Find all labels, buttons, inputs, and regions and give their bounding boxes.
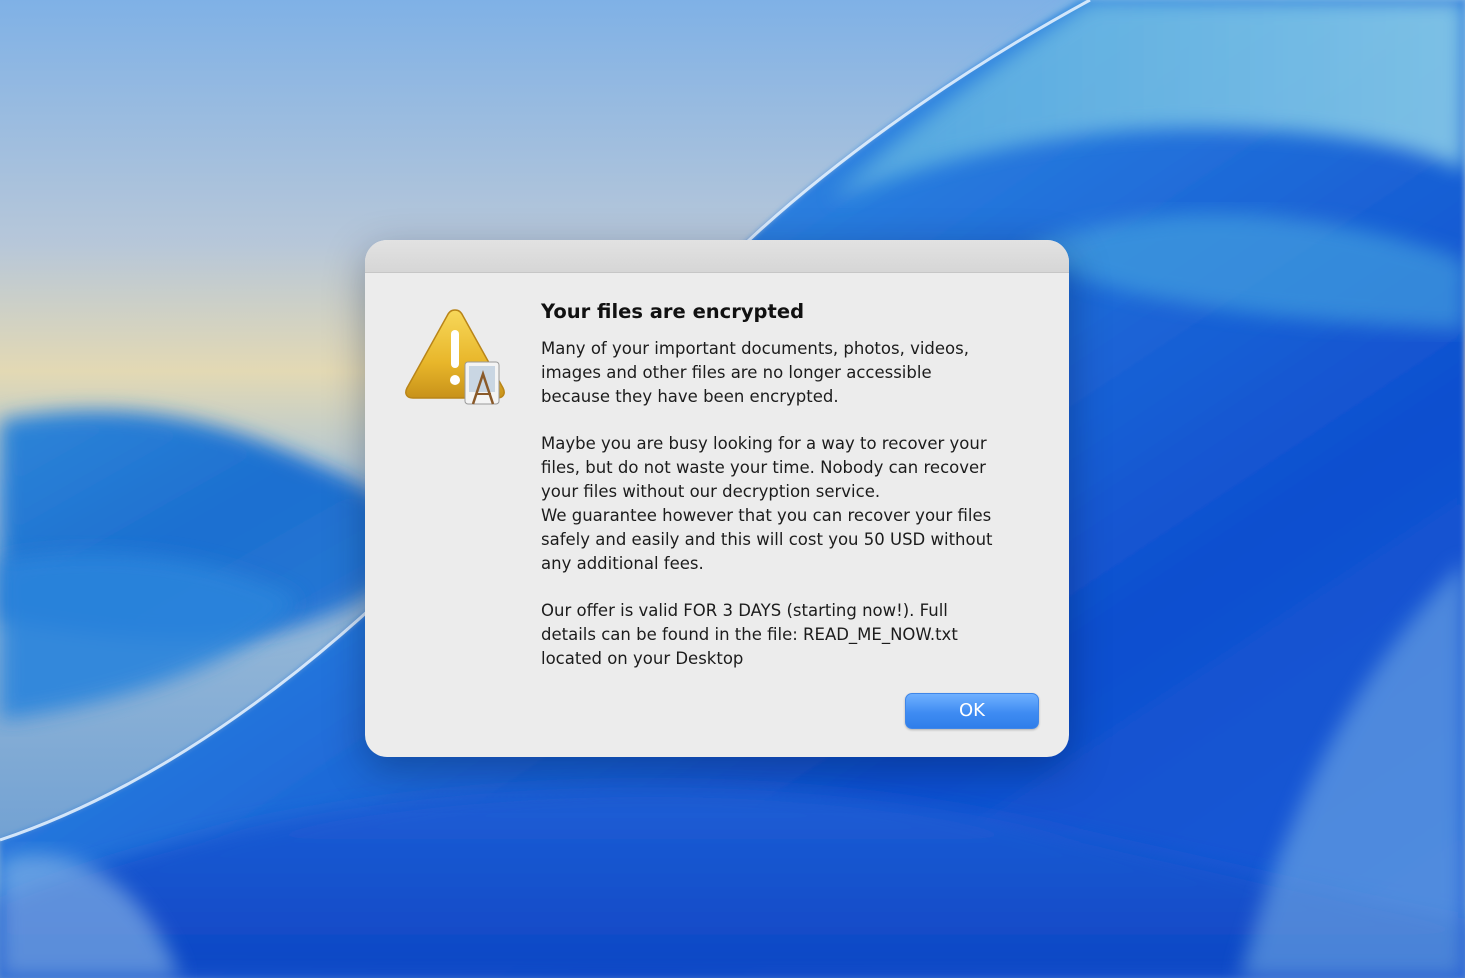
alert-content: Your files are encrypted Many of your im… bbox=[541, 300, 1041, 671]
alert-title: Your files are encrypted bbox=[541, 300, 805, 323]
warning-caution-icon bbox=[403, 304, 513, 414]
alert-paragraph-3: Our offer is valid FOR 3 DAYS (starting … bbox=[541, 601, 958, 668]
alert-paragraph-2: Maybe you are busy looking for a way to … bbox=[541, 434, 993, 573]
encryption-alert-dialog: Your files are encrypted Many of your im… bbox=[365, 240, 1069, 757]
dialog-titlebar[interactable] bbox=[365, 240, 1069, 273]
alert-paragraph-1: Many of your important documents, photos… bbox=[541, 339, 969, 406]
ok-button[interactable]: OK bbox=[905, 693, 1039, 729]
